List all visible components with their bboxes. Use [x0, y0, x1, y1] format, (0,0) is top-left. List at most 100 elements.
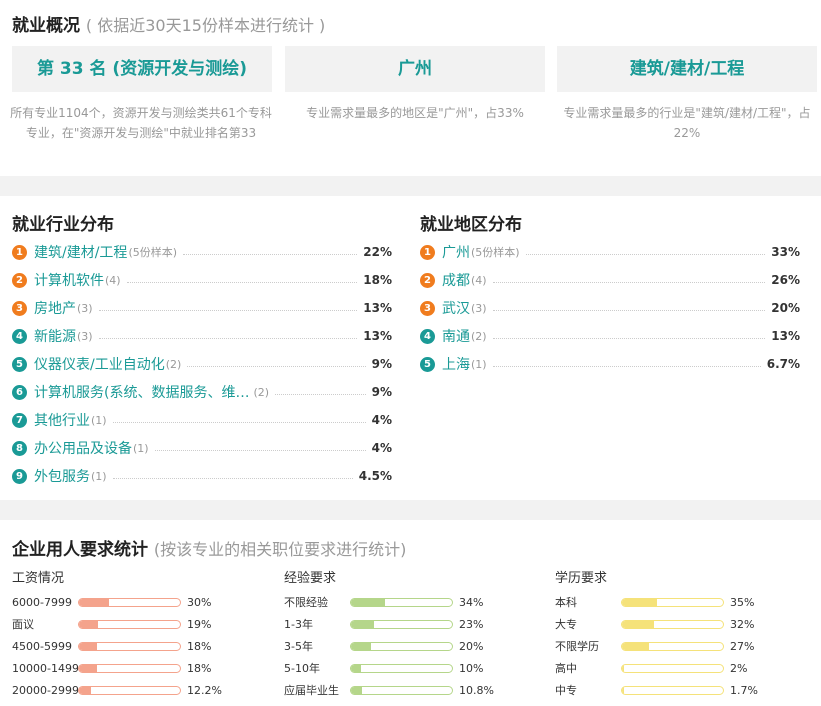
stat-value: 1.7% — [730, 683, 758, 697]
list-item[interactable]: 4 新能源 (3) 13% — [12, 322, 392, 350]
progress-bar — [621, 663, 724, 673]
region-link[interactable]: 武汉 — [442, 298, 470, 318]
sample-count: (3) — [77, 329, 93, 343]
stat-row: 5-10年 10% — [284, 657, 514, 679]
percentage: 13% — [771, 329, 800, 343]
progress-bar — [78, 597, 181, 607]
sample-count: (2) — [471, 329, 487, 343]
rank-badge: 1 — [420, 244, 435, 260]
list-item[interactable]: 6 计算机服务(系统、数据服务、维… (2) 9% — [12, 378, 392, 406]
education-column: 学历要求 本科 35% 大专 32% 不限学历 27% 高中 2% 中专 1.7% — [555, 567, 785, 701]
progress-fill — [622, 598, 658, 606]
list-item[interactable]: 2 成都 (4) 26% — [420, 266, 800, 294]
sample-count: (5份样本) — [471, 246, 520, 259]
stat-label: 10000-14999 — [12, 661, 78, 675]
progress-fill — [622, 686, 625, 694]
stat-label: 面议 — [12, 618, 34, 631]
stat-value: 32% — [730, 617, 755, 631]
list-item[interactable]: 2 计算机软件 (4) 18% — [12, 266, 392, 294]
stat-value: 10.8% — [459, 683, 494, 697]
stat-row: 中专 1.7% — [555, 679, 785, 701]
dotted-leader — [154, 449, 366, 451]
progress-bar — [350, 663, 453, 673]
stat-row: 应届毕业生 10.8% — [284, 679, 514, 701]
list-item[interactable]: 8 办公用品及设备 (1) 4% — [12, 434, 392, 462]
top-region-description: 专业需求量最多的地区是"广州"，占33% — [306, 106, 524, 120]
section-divider — [0, 500, 821, 520]
list-item[interactable]: 5 仪器仪表/工业自动化 (2) 9% — [12, 350, 392, 378]
section-divider — [0, 176, 821, 196]
industry-link[interactable]: 计算机软件 — [34, 270, 104, 290]
percentage: 26% — [771, 273, 800, 287]
stat-row: 高中 2% — [555, 657, 785, 679]
region-link[interactable]: 上海 — [442, 354, 470, 374]
industry-link[interactable]: 建筑/建材/工程 — [34, 242, 127, 262]
stat-row: 20000-29999 12.2% — [12, 679, 242, 701]
stat-label: 6000-7999 — [12, 595, 72, 609]
stat-value: 19% — [187, 617, 212, 631]
experience-column: 经验要求 不限经验 34% 1-3年 23% 3-5年 20% 5-10年 10% 应届… — [284, 567, 514, 701]
rank-badge: 8 — [12, 440, 27, 456]
industry-link[interactable]: 房地产 — [34, 298, 76, 318]
progress-fill — [79, 664, 98, 672]
stat-label: 20000-29999 — [12, 683, 78, 697]
rank-badge: 7 — [12, 412, 27, 428]
list-item[interactable]: 9 外包服务 (1) 4.5% — [12, 462, 392, 490]
percentage: 4% — [371, 441, 392, 455]
progress-fill — [351, 664, 362, 672]
progress-bar — [621, 685, 724, 695]
rank-badge: 3 — [12, 300, 27, 316]
rank-badge: 3 — [420, 300, 435, 316]
industry-link[interactable]: 办公用品及设备 — [34, 438, 132, 458]
rank-badge: 4 — [12, 328, 27, 344]
sample-count: (2) — [253, 385, 270, 399]
stat-row: 4500-5999 18% — [12, 635, 242, 657]
dotted-leader — [183, 253, 358, 255]
percentage: 18% — [363, 273, 392, 287]
progress-bar — [350, 597, 453, 607]
list-item[interactable]: 5 上海 (1) 6.7% — [420, 350, 800, 378]
stat-value: 2% — [730, 661, 748, 675]
stat-value: 20% — [459, 639, 484, 653]
industry-link[interactable]: 新能源 — [34, 326, 76, 346]
percentage: 6.7% — [766, 357, 800, 371]
list-item[interactable]: 4 南通 (2) 13% — [420, 322, 800, 350]
dotted-leader — [112, 421, 366, 423]
region-title: 就业地区分布 — [420, 215, 522, 235]
industry-link[interactable]: 外包服务 — [34, 466, 90, 486]
region-link[interactable]: 南通 — [442, 326, 470, 346]
top-industry-description: 专业需求量最多的行业是"建筑/建材/工程"，占22% — [563, 106, 811, 140]
list-item[interactable]: 3 武汉 (3) 20% — [420, 294, 800, 322]
industry-link[interactable]: 仪器仪表/工业自动化 — [34, 354, 165, 374]
stat-row: 大专 32% — [555, 613, 785, 635]
percentage: 9% — [371, 385, 392, 399]
region-link[interactable]: 成都 — [442, 270, 470, 290]
overview-title: 就业概况 ( 依据近30天15份样本进行统计 ) — [12, 11, 325, 36]
dotted-leader — [98, 309, 358, 311]
sample-count: (1) — [471, 357, 487, 371]
region-link[interactable]: 广州 — [442, 242, 470, 262]
industry-link[interactable]: 其他行业 — [34, 410, 90, 430]
progress-fill — [351, 620, 375, 628]
list-item[interactable]: 1 广州 (5份样本) 33% — [420, 238, 800, 266]
dotted-leader — [492, 365, 761, 367]
progress-bar — [621, 641, 724, 651]
progress-bar — [78, 663, 181, 673]
stat-value: 10% — [459, 661, 484, 675]
percentage: 4% — [371, 413, 392, 427]
column-heading: 工资情况 — [12, 571, 65, 586]
percentage: 9% — [371, 357, 392, 371]
industry-list: 1 建筑/建材/工程 (5份样本) 22% 2 计算机软件 (4) 18% 3 房地产 (3) 1… — [12, 238, 392, 490]
list-item[interactable]: 1 建筑/建材/工程 (5份样本) 22% — [12, 238, 392, 266]
sample-count: (1) — [91, 413, 107, 427]
sample-count: (5份样本) — [128, 246, 178, 259]
industry-link[interactable]: 计算机服务(系统、数据服务、维… — [34, 382, 249, 402]
rank-description: 所有专业1104个，资源开发与测绘类共61个专科专业，在"资源开发与测绘"中就业… — [10, 106, 272, 140]
list-item[interactable]: 3 房地产 (3) 13% — [12, 294, 392, 322]
list-item[interactable]: 7 其他行业 (1) 4% — [12, 406, 392, 434]
stat-row: 本科 35% — [555, 591, 785, 613]
stat-label: 大专 — [555, 618, 577, 631]
stat-value: 12.2% — [187, 683, 222, 697]
region-list: 1 广州 (5份样本) 33% 2 成都 (4) 26% 3 武汉 (3) 20% 4 南通 (2) 1… — [420, 238, 800, 378]
rank-badge: 9 — [12, 468, 27, 484]
